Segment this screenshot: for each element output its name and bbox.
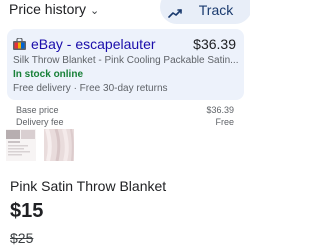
shopping-bag-icon bbox=[13, 38, 26, 50]
track-label: Track bbox=[198, 2, 234, 18]
chevron-down-icon: ⌄ bbox=[90, 4, 100, 17]
delivery-fee-row: Delivery fee Free bbox=[16, 117, 234, 127]
price-history-dropdown[interactable]: Price history ⌄ bbox=[9, 1, 99, 17]
base-price-row: Base price $36.39 bbox=[16, 105, 234, 115]
thumbnail-image bbox=[6, 129, 36, 161]
delivery-info: Free delivery · Free 30-day returns bbox=[13, 83, 168, 94]
page: Price history ⌄ Track eBay - escapelaute… bbox=[0, 0, 250, 250]
product-price: $15 bbox=[10, 200, 44, 222]
seller-row: eBay - escapelauter bbox=[13, 36, 156, 52]
trending-up-icon bbox=[168, 9, 182, 18]
offer-card[interactable]: eBay - escapelauter $36.39 Silk Throw Bl… bbox=[7, 29, 244, 100]
product-thumbnail[interactable] bbox=[44, 129, 74, 161]
track-button[interactable]: Track bbox=[160, 0, 250, 24]
stock-status: In stock online bbox=[13, 69, 84, 80]
price-history-label: Price history bbox=[9, 1, 87, 17]
offer-title: Silk Throw Blanket - Pink Cooling Packab… bbox=[13, 55, 239, 66]
delivery-fee-value: Free bbox=[215, 117, 234, 127]
thumbnail-image bbox=[44, 129, 74, 161]
base-price-label: Base price bbox=[16, 105, 59, 115]
product-thumbnail[interactable] bbox=[6, 129, 36, 161]
offer-price: $36.39 bbox=[193, 36, 236, 52]
base-price-value: $36.39 bbox=[206, 105, 234, 115]
product-title: Pink Satin Throw Blanket bbox=[10, 178, 167, 194]
delivery-fee-label: Delivery fee bbox=[16, 117, 64, 127]
seller-link[interactable]: eBay - escapelauter bbox=[31, 36, 156, 52]
product-original-price: $25 bbox=[10, 230, 34, 246]
